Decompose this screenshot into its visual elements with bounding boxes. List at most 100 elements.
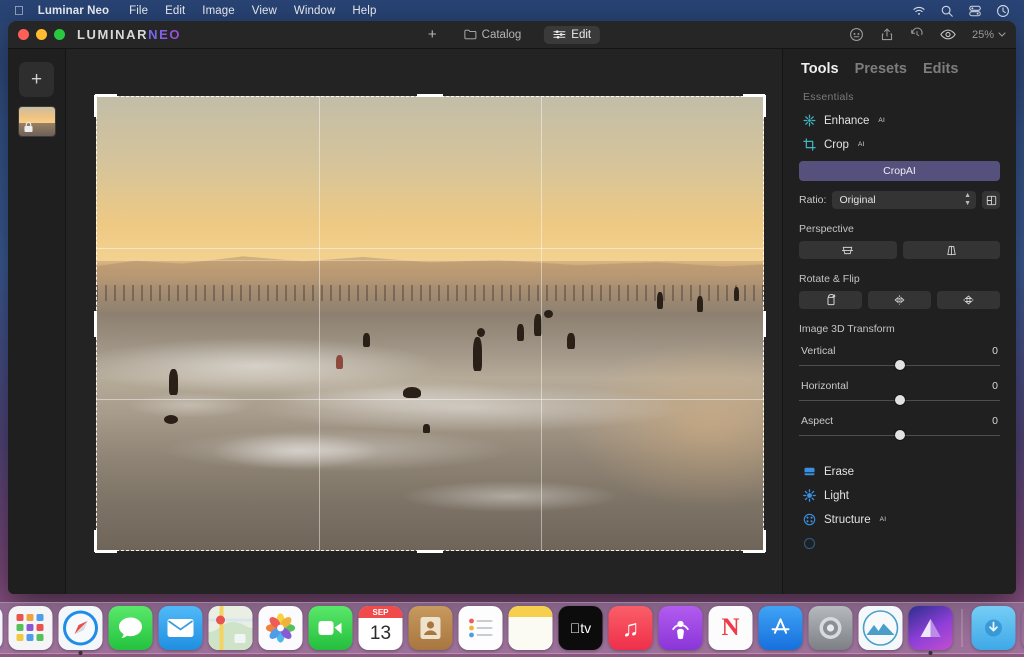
dock-item-finder[interactable] bbox=[0, 606, 3, 650]
dock-item-mail[interactable] bbox=[159, 606, 203, 650]
section-label-essentials: Essentials bbox=[783, 77, 1016, 103]
maximize-button[interactable] bbox=[54, 29, 65, 40]
notes-body bbox=[509, 617, 553, 650]
menu-image[interactable]: Image bbox=[202, 5, 234, 17]
crop-handle-bottom-right[interactable] bbox=[763, 530, 766, 552]
dock-item-luminar[interactable] bbox=[859, 606, 903, 650]
tab-edits[interactable]: Edits bbox=[923, 61, 958, 77]
history-icon[interactable] bbox=[910, 27, 924, 42]
dock-item-news[interactable]: N bbox=[709, 606, 753, 650]
control-center-icon[interactable] bbox=[968, 4, 982, 18]
tab-tools[interactable]: Tools bbox=[801, 61, 839, 77]
edit-tab-label: Edit bbox=[571, 29, 591, 41]
window-controls bbox=[8, 29, 65, 40]
eye-icon[interactable] bbox=[940, 28, 956, 41]
dock-item-messages[interactable] bbox=[109, 606, 153, 650]
edited-photo[interactable] bbox=[96, 96, 764, 551]
menu-file[interactable]: File bbox=[129, 5, 148, 17]
app-logo: LUMINARNEO bbox=[77, 27, 181, 42]
crop-handle-right-middle[interactable] bbox=[763, 311, 766, 337]
dock-item-photos[interactable] bbox=[259, 606, 303, 650]
perspective-label: Perspective bbox=[799, 223, 1000, 235]
dock-item-notes[interactable] bbox=[509, 606, 553, 650]
app-title-bar: LUMINARNEO + Catalog bbox=[8, 21, 1016, 49]
dock-item-contacts[interactable] bbox=[409, 606, 453, 650]
rotate-button[interactable] bbox=[799, 291, 862, 309]
crop-handle-top-center[interactable] bbox=[417, 94, 443, 97]
tools-panel: Tools Presets Edits Essentials EnhanceAI bbox=[782, 49, 1016, 594]
crop-handle-left-middle[interactable] bbox=[94, 311, 97, 337]
crop-handle-top-right[interactable] bbox=[743, 94, 765, 97]
crop-handle-bottom-left[interactable] bbox=[95, 550, 117, 553]
dock-item-system-settings[interactable] bbox=[809, 606, 853, 650]
menu-view[interactable]: View bbox=[252, 5, 277, 17]
menu-edit[interactable]: Edit bbox=[165, 5, 185, 17]
apple-logo-icon[interactable]:  bbox=[14, 4, 24, 17]
menu-help[interactable]: Help bbox=[352, 5, 376, 17]
calendar-month: SEP bbox=[359, 606, 403, 618]
menu-window[interactable]: Window bbox=[294, 5, 336, 17]
perspective-horizontal-button[interactable] bbox=[799, 241, 897, 259]
dock-item-maps[interactable] bbox=[209, 606, 253, 650]
search-icon[interactable] bbox=[940, 4, 954, 18]
slider-aspect-knob[interactable] bbox=[895, 430, 905, 440]
ai-circle-icon[interactable] bbox=[849, 27, 864, 42]
crop-handle-top-left[interactable] bbox=[94, 95, 97, 117]
perspective-vertical-button[interactable] bbox=[903, 241, 1001, 259]
crop-handle-bottom-center[interactable] bbox=[417, 550, 443, 553]
tool-item-structure-label: Structure bbox=[824, 514, 871, 526]
ratio-select[interactable]: Original ▲▼ bbox=[832, 191, 976, 209]
slider-horizontal-label: Horizontal bbox=[801, 380, 848, 392]
structure-icon bbox=[803, 513, 816, 526]
clock-icon[interactable] bbox=[996, 4, 1010, 18]
crop-ai-button[interactable]: CropAI bbox=[799, 161, 1000, 181]
crop-handle-bottom-right[interactable] bbox=[743, 550, 765, 553]
minimize-button[interactable] bbox=[36, 29, 47, 40]
dock-item-reminders[interactable] bbox=[459, 606, 503, 650]
wifi-icon[interactable] bbox=[912, 4, 926, 18]
tool-item-light[interactable]: Light bbox=[783, 478, 1016, 502]
filmstrip-thumbnail[interactable] bbox=[18, 106, 56, 137]
zoom-level-control[interactable]: 25% bbox=[972, 29, 1006, 41]
tool-item-structure[interactable]: StructureAI bbox=[783, 502, 1016, 526]
close-button[interactable] bbox=[18, 29, 29, 40]
edit-tab[interactable]: Edit bbox=[544, 26, 600, 44]
tab-presets[interactable]: Presets bbox=[855, 61, 907, 77]
dock-item-downloads[interactable] bbox=[972, 606, 1016, 650]
crop-overlay[interactable] bbox=[96, 96, 764, 551]
slider-horizontal-track[interactable] bbox=[799, 395, 1000, 405]
dock-item-launchpad[interactable] bbox=[9, 606, 53, 650]
dock-item-app-store[interactable] bbox=[759, 606, 803, 650]
slider-aspect-value: 0 bbox=[992, 415, 998, 427]
crop-frame-button[interactable] bbox=[982, 191, 1000, 209]
crop-handle-top-right[interactable] bbox=[763, 95, 766, 117]
dock-item-facetime[interactable] bbox=[309, 606, 353, 650]
add-image-button[interactable]: + bbox=[424, 25, 441, 44]
share-icon[interactable] bbox=[880, 27, 894, 42]
dock-item-podcasts[interactable] bbox=[659, 606, 703, 650]
flip-horizontal-button[interactable] bbox=[868, 291, 931, 309]
crop-handle-top-left[interactable] bbox=[95, 94, 117, 97]
catalog-tab[interactable]: Catalog bbox=[455, 26, 531, 44]
tool-item-enhance[interactable]: EnhanceAI bbox=[783, 103, 1016, 127]
tool-item-erase[interactable]: Erase bbox=[783, 454, 1016, 478]
flip-vertical-button[interactable] bbox=[937, 291, 1000, 309]
menu-app-name[interactable]: Luminar Neo bbox=[38, 5, 109, 17]
dock-item-music[interactable]: ♫ bbox=[609, 606, 653, 650]
dock-item-luminar-neo[interactable] bbox=[909, 606, 953, 650]
slider-horizontal-knob[interactable] bbox=[895, 395, 905, 405]
dock-item-apple-tv[interactable]: tv bbox=[559, 606, 603, 650]
slider-vertical-knob[interactable] bbox=[895, 360, 905, 370]
dock-item-safari[interactable] bbox=[59, 606, 103, 650]
dock-item-calendar[interactable]: SEP 13 bbox=[359, 606, 403, 650]
add-photo-button[interactable]: + bbox=[19, 62, 54, 97]
tool-item-partial[interactable] bbox=[783, 526, 1016, 550]
crop-boundary bbox=[96, 96, 764, 551]
crop-handle-bottom-left[interactable] bbox=[94, 530, 97, 552]
slider-aspect-track[interactable] bbox=[799, 430, 1000, 440]
slider-vertical-track[interactable] bbox=[799, 360, 1000, 370]
running-indicator bbox=[79, 651, 83, 655]
luminar-icon bbox=[862, 609, 900, 647]
image-canvas[interactable] bbox=[66, 49, 782, 594]
tool-item-crop[interactable]: CropAI bbox=[783, 127, 1016, 151]
